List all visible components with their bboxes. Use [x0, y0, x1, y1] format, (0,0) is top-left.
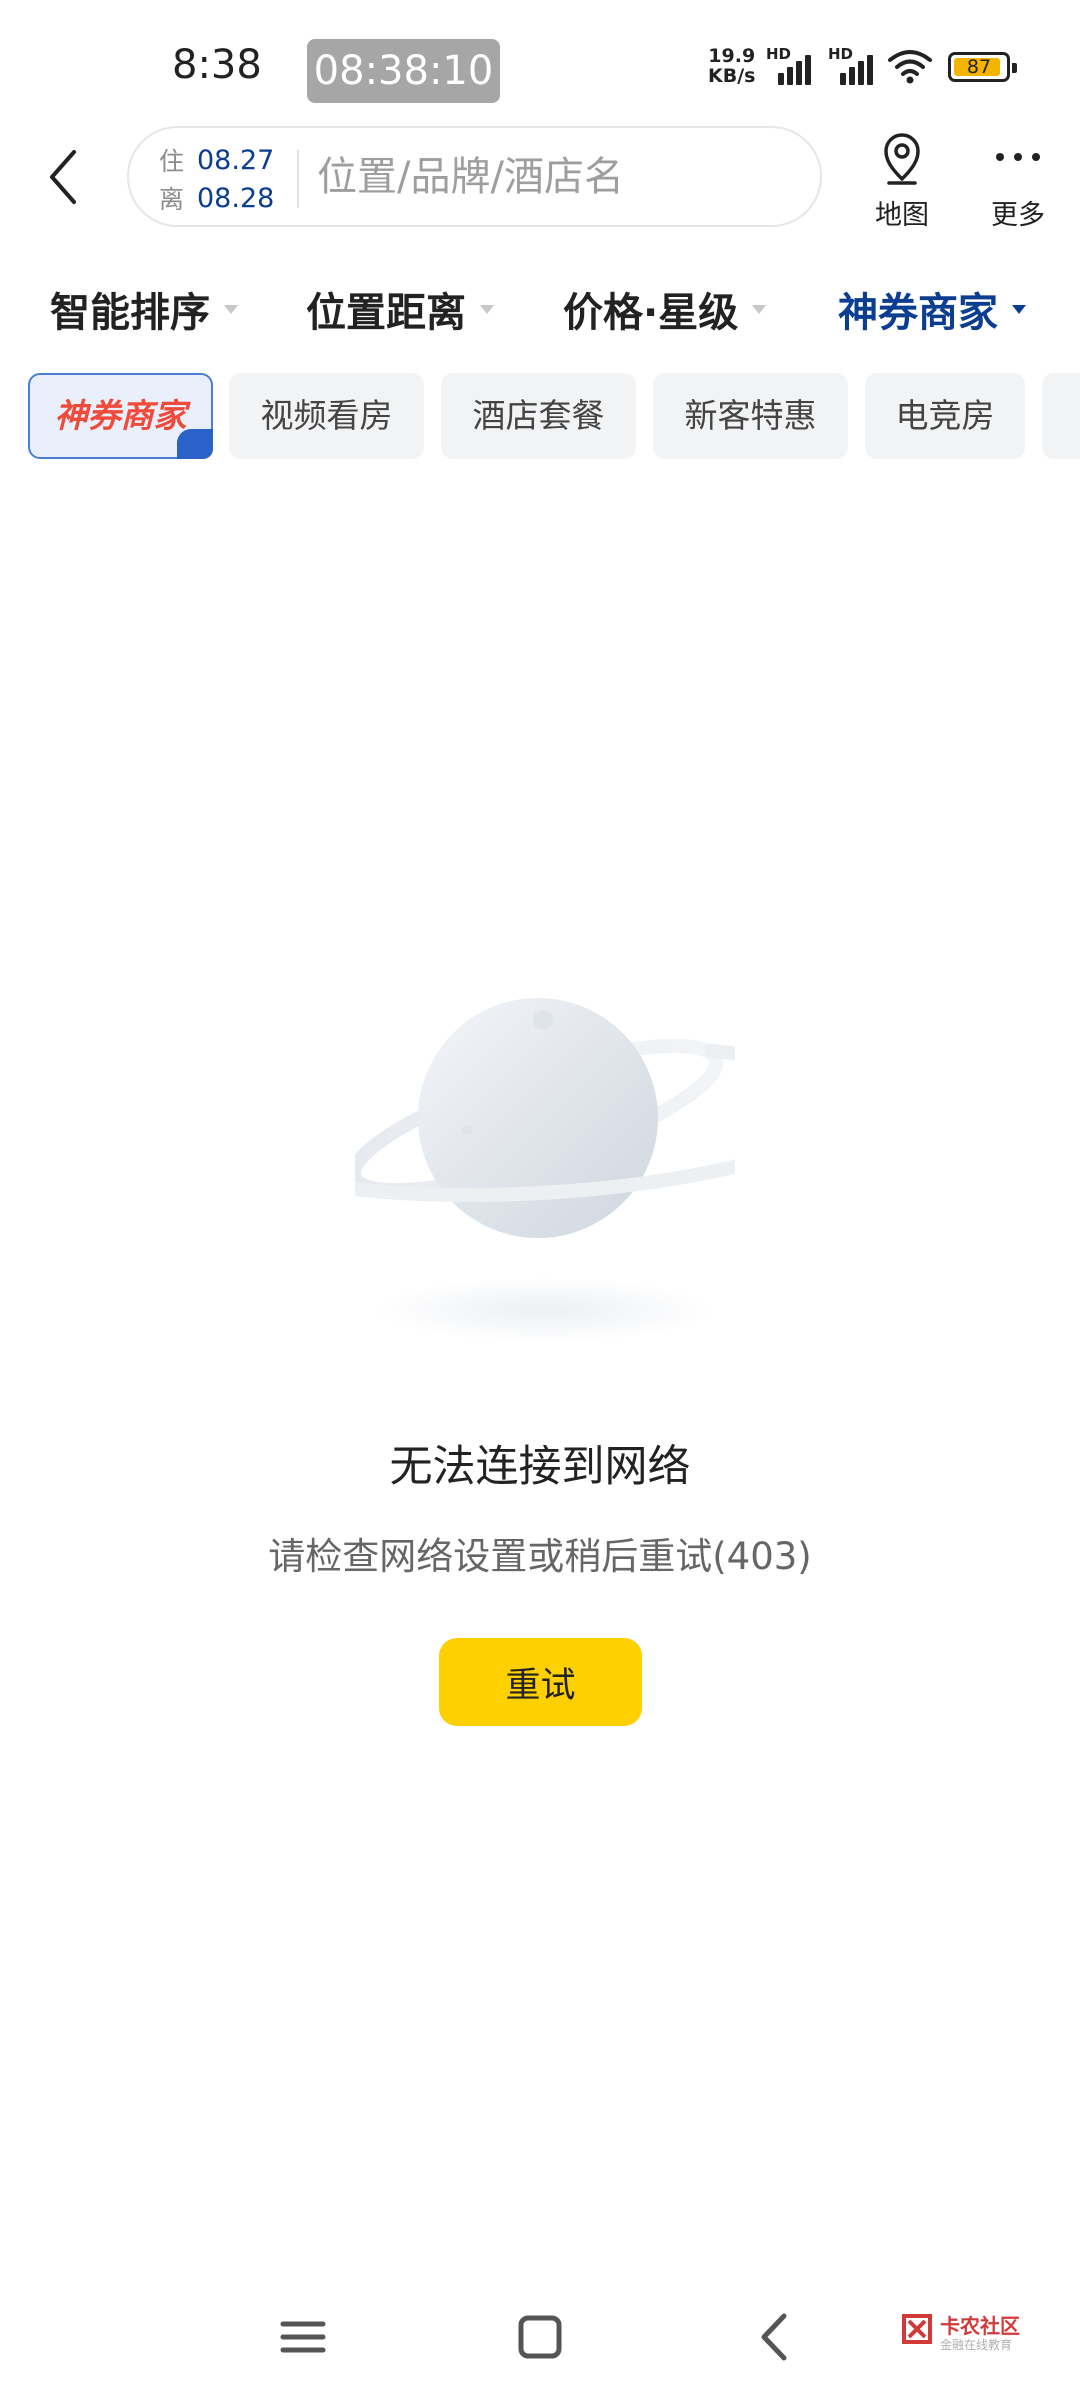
map-label: 地图 [875, 200, 929, 231]
network-speed-value: 19.9 [708, 45, 756, 67]
battery-level: 87 [966, 56, 992, 78]
menu-icon[interactable] [268, 2302, 338, 2372]
watermark: 卡农社区 金融在线教育 [900, 2308, 1060, 2358]
chip-coupon-merchant[interactable]: 神券商家 [28, 373, 213, 463]
network-speed: 19.9 KB/s [708, 46, 755, 86]
filter-coupon-merchant[interactable]: 神券商家 [838, 280, 1026, 338]
watermark-logo-icon [902, 2314, 932, 2344]
date-selector[interactable]: 住 08.27 离 08.28 [159, 141, 274, 217]
wifi-icon [888, 50, 932, 84]
more-button[interactable]: 更多 [972, 125, 1064, 235]
back-button[interactable] [40, 142, 90, 212]
status-bar: 8:38 08:38:10 19.9 KB/s HD HD 87 [0, 0, 1080, 130]
search-input[interactable] [317, 146, 797, 208]
dropdown-arrow-icon [224, 304, 238, 314]
filter-sort-label: 智能排序 [50, 290, 210, 336]
chevron-left-icon [50, 150, 76, 204]
chip-esports-room[interactable]: 电竞房 [865, 373, 1025, 459]
filter-bar: 智能排序 位置距离 价格·星级 神券商家 [0, 270, 1080, 344]
selected-check-icon [177, 429, 213, 463]
watermark-subtext: 金融在线教育 [940, 2338, 1013, 2352]
watermark-text: 卡农社区 [940, 2314, 1020, 2338]
more-dots-icon [996, 153, 1040, 161]
more-label: 更多 [991, 200, 1045, 231]
chip-new-customer-deal[interactable]: 新客特惠 [653, 373, 848, 459]
quick-filter-chips: 神券商家 视频看房 酒店套餐 新客特惠 电竞房 [0, 373, 1080, 463]
clock-overlay: 08:38:10 [307, 39, 500, 103]
dropdown-arrow-icon [752, 304, 767, 314]
home-square-icon[interactable] [505, 2302, 575, 2372]
chip-video-tour[interactable]: 视频看房 [229, 373, 424, 459]
sim2-signal-icon: HD [828, 45, 886, 85]
check-out-label: 离 [159, 185, 185, 214]
search-bar[interactable]: 住 08.27 离 08.28 [127, 126, 822, 227]
error-description: 请检查网络设置或稍后重试(403) [268, 1535, 812, 1578]
retry-button[interactable]: 重试 [439, 1638, 642, 1726]
map-pin-icon [884, 133, 920, 185]
map-button[interactable]: 地图 [856, 125, 948, 235]
filter-price-star[interactable]: 价格·星级 [563, 280, 767, 338]
sim1-signal-icon: HD [766, 45, 824, 85]
planet-illustration [355, 998, 735, 1342]
chip-more[interactable] [1042, 373, 1080, 459]
network-speed-unit: KB/s [708, 65, 756, 87]
filter-price-star-label: 价格·星级 [563, 290, 739, 336]
chip-coupon-merchant-label: 神券商家 [54, 396, 187, 435]
back-arrow-icon[interactable] [740, 2302, 810, 2372]
hotel-list-page: 8:38 08:38:10 19.9 KB/s HD HD 87 住 08.27… [0, 0, 1080, 2400]
filter-distance-label: 位置距离 [306, 290, 466, 336]
dropdown-arrow-icon [480, 304, 494, 314]
error-title: 无法连接到网络 [389, 1442, 691, 1492]
check-in-date: 08.27 [197, 144, 275, 176]
search-divider [297, 150, 299, 208]
filter-sort[interactable]: 智能排序 [50, 280, 238, 338]
battery-icon: 87 [948, 52, 1017, 82]
dropdown-arrow-icon [1012, 304, 1026, 314]
filter-coupon-merchant-label: 神券商家 [838, 290, 998, 336]
chip-hotel-package[interactable]: 酒店套餐 [441, 373, 636, 459]
status-time: 8:38 [172, 42, 262, 88]
check-out-date: 08.28 [197, 182, 275, 214]
check-in-label: 住 [159, 147, 185, 176]
filter-distance[interactable]: 位置距离 [306, 280, 494, 338]
